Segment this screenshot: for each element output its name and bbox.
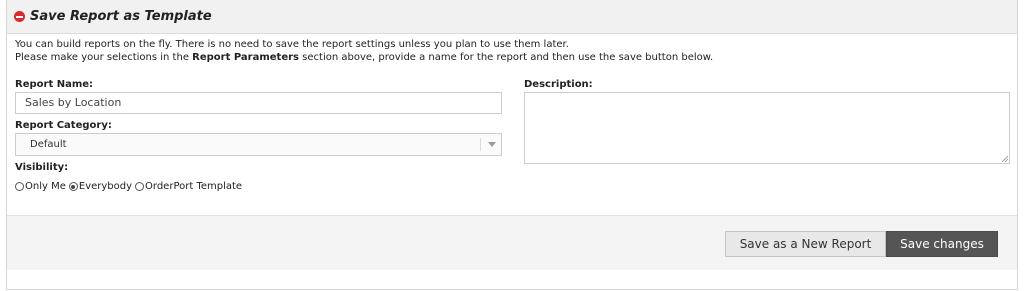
- visibility-label-everybody[interactable]: Everybody: [79, 181, 132, 192]
- report-parameters-text: Report Parameters: [192, 52, 299, 63]
- intro-line-2: Please make your selections in the Repor…: [15, 51, 713, 64]
- description-label: Description:: [524, 79, 593, 90]
- save-as-new-report-button[interactable]: Save as a New Report: [725, 231, 886, 257]
- intro-text: You can build reports on the fly. There …: [15, 38, 713, 64]
- visibility-label-orderport-template[interactable]: OrderPort Template: [145, 181, 242, 192]
- intro-line-2-after: section above, provide a name for the re…: [299, 52, 714, 63]
- resize-grip-icon[interactable]: [1002, 156, 1008, 162]
- intro-line-2-before: Please make your selections in the: [15, 52, 193, 63]
- visibility-options: Only Me Everybody OrderPort Template: [15, 181, 245, 192]
- save-template-panel: Save Report as Template You can build re…: [6, 0, 1018, 290]
- report-category-value: Default: [30, 139, 67, 150]
- report-name-input[interactable]: Sales by Location: [15, 92, 502, 114]
- visibility-label: Visibility:: [15, 162, 69, 173]
- panel-title: Save Report as Template: [30, 9, 212, 24]
- report-name-label: Report Name:: [15, 79, 94, 90]
- save-changes-button[interactable]: Save changes: [886, 231, 998, 257]
- panel-header[interactable]: Save Report as Template: [7, 0, 1017, 34]
- intro-line-1: You can build reports on the fly. There …: [15, 39, 569, 50]
- description-textarea[interactable]: [524, 92, 1010, 164]
- report-category-select[interactable]: Default: [15, 133, 502, 156]
- report-category-label: Report Category:: [15, 120, 112, 131]
- visibility-label-only-me[interactable]: Only Me: [25, 181, 66, 192]
- visibility-radio-orderport-template[interactable]: [135, 182, 145, 191]
- visibility-radio-everybody[interactable]: [68, 182, 78, 191]
- chevron-down-icon[interactable]: [488, 142, 496, 147]
- minus-circle-icon[interactable]: [14, 11, 25, 22]
- visibility-radio-only-me[interactable]: [15, 182, 24, 191]
- select-divider: [480, 138, 481, 151]
- panel-footer: Save as a New Report Save changes: [7, 215, 1017, 270]
